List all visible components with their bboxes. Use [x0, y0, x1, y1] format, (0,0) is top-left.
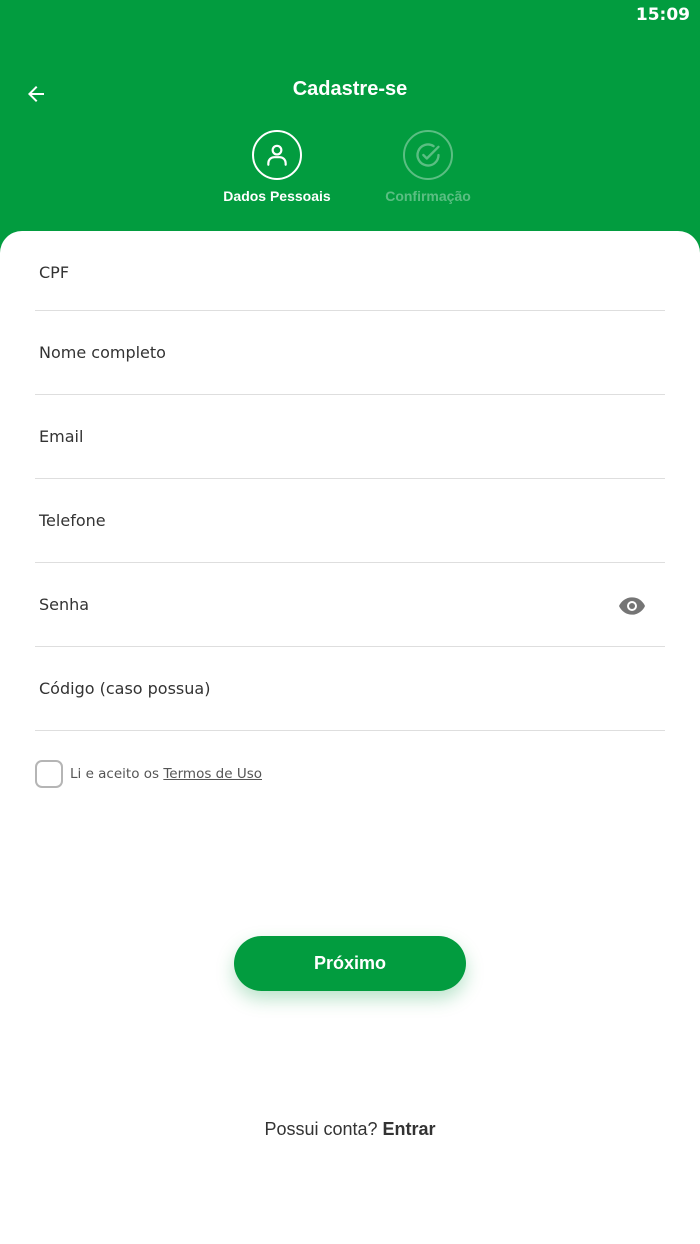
- next-button[interactable]: Próximo: [234, 936, 466, 991]
- step-circle: [403, 130, 453, 180]
- step-dados-pessoais: Dados Pessoais: [202, 130, 352, 204]
- login-row: Possui conta? Entrar: [0, 1119, 700, 1140]
- field-label: Telefone: [39, 511, 106, 530]
- referral-code-field[interactable]: Código (caso possua): [35, 647, 665, 731]
- step-label: Dados Pessoais: [223, 188, 331, 204]
- field-label: Email: [39, 427, 84, 446]
- phone-field[interactable]: Telefone: [35, 479, 665, 563]
- check-circle-icon: [416, 143, 440, 167]
- signup-screen: 15:09 Cadastre-se Dados Pessoais Confirm…: [0, 0, 700, 1244]
- header: 15:09 Cadastre-se Dados Pessoais Confirm…: [0, 0, 700, 260]
- form-card: CPF Nome completo Email Telefone Senha C…: [0, 231, 700, 1244]
- terms-of-use-link[interactable]: Termos de Uso: [163, 766, 262, 782]
- login-question: Possui conta?: [264, 1119, 383, 1139]
- field-label: Senha: [39, 595, 90, 614]
- cpf-field[interactable]: CPF: [35, 231, 665, 311]
- email-field[interactable]: Email: [35, 395, 665, 479]
- status-time: 15:09: [635, 5, 690, 25]
- user-icon: [267, 144, 287, 166]
- field-label: Nome completo: [39, 343, 166, 362]
- step-label: Confirmação: [385, 188, 471, 204]
- field-label: CPF: [39, 263, 70, 282]
- terms-prefix: Li e aceito os: [70, 766, 164, 782]
- terms-text: Li e aceito os Termos de Uso: [70, 766, 262, 782]
- field-label: Código (caso possua): [39, 679, 211, 698]
- step-circle: [252, 130, 302, 180]
- password-field[interactable]: Senha: [35, 563, 665, 647]
- step-confirmacao: Confirmação: [353, 130, 503, 204]
- page-title: Cadastre-se: [292, 78, 408, 100]
- eye-icon[interactable]: [619, 597, 645, 615]
- terms-row: Li e aceito os Termos de Uso: [35, 760, 262, 788]
- terms-checkbox[interactable]: [35, 760, 63, 788]
- login-link[interactable]: Entrar: [383, 1119, 436, 1139]
- full-name-field[interactable]: Nome completo: [35, 311, 665, 395]
